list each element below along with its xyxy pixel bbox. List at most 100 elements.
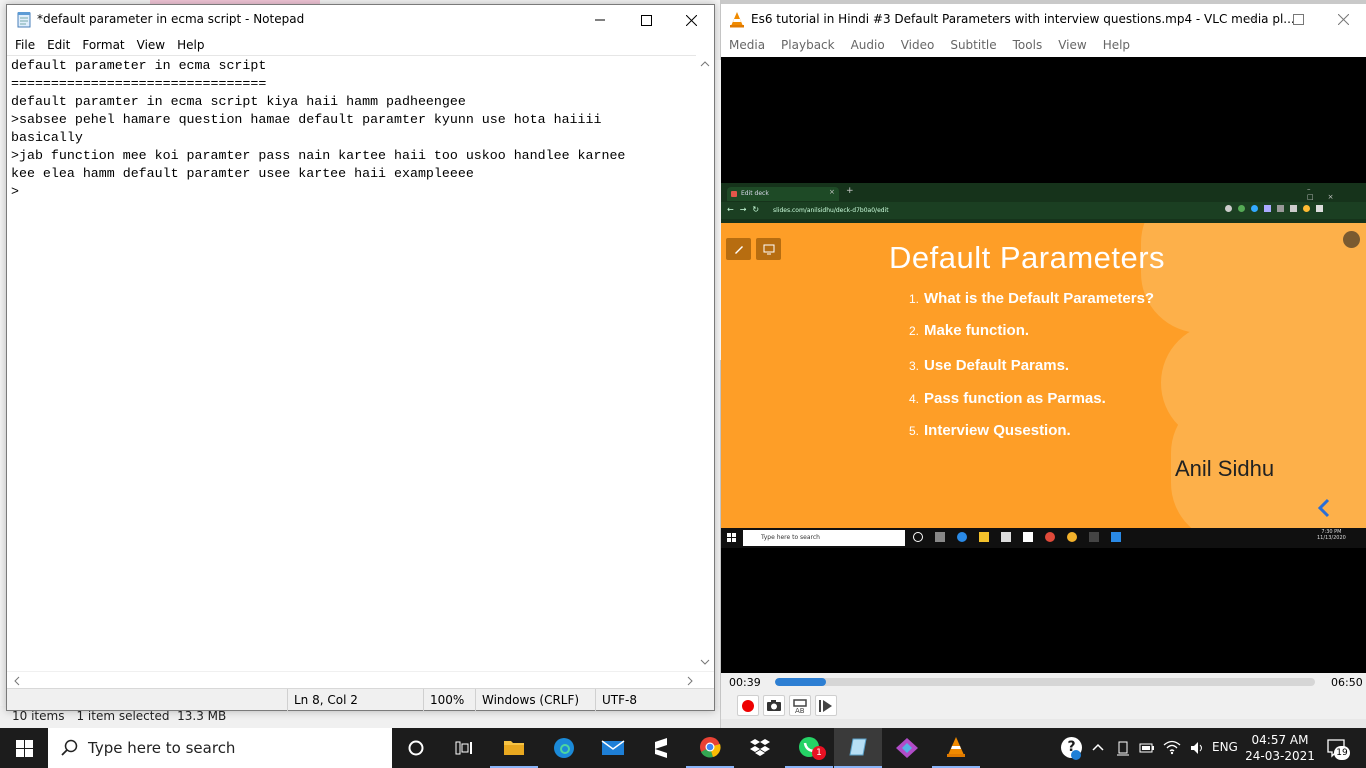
notepad-text-area[interactable]: default parameter in ecma script =======… [7,55,696,671]
slide-title: Default Parameters [889,240,1166,275]
notification-count-badge: 19 [1334,746,1350,760]
slide-item-1: 1. What is the Default Parameters? [909,290,1155,307]
vlc-seek-row: 00:39 06:50 [721,673,1366,693]
menu-edit[interactable]: Edit [41,35,76,54]
notepad-window[interactable]: *default parameter in ecma script - Note… [6,4,715,711]
folder-icon [504,741,524,755]
loop-ab-button[interactable]: AB [789,695,811,716]
slide-prev-arrow-icon [1317,498,1330,518]
menu-help[interactable]: Help [171,35,210,54]
vlc-title: Es6 tutorial in Hindi #3 Default Paramet… [751,12,1295,26]
taskbar-sublime[interactable] [637,728,685,768]
video-url-text: slides.com/anilsidhu/deck-d7b0a0/edit [773,207,889,214]
seek-bar[interactable] [775,678,1315,686]
record-button[interactable] [737,695,759,716]
svg-text:AB: AB [795,707,805,714]
loop-ab-icon: AB [793,698,807,714]
chrome-icon [700,737,721,758]
chevron-up-icon[interactable] [1092,742,1104,752]
zoom-level: 100% [423,689,475,711]
vlc-titlebar[interactable]: Es6 tutorial in Hindi #3 Default Paramet… [721,4,1366,35]
minimize-icon [1247,18,1257,20]
menu-file[interactable]: File [9,35,41,54]
vlc-menu-video[interactable]: Video [893,35,943,57]
menu-format[interactable]: Format [76,35,130,54]
vertical-scrollbar[interactable] [696,55,714,671]
notepad-title: *default parameter in ecma script - Note… [37,12,305,26]
scroll-up-icon[interactable] [696,58,714,70]
video-new-tab-icon: + [846,186,854,196]
scroll-right-icon[interactable] [684,672,696,689]
taskbar-mail[interactable] [589,728,637,768]
pencil-icon [734,246,743,254]
close-button[interactable] [668,5,714,35]
taskbar-chrome[interactable] [686,728,734,768]
taskbar-git[interactable] [883,728,931,768]
video-taskbar-clock: 7:30 PM 11/13/2020 [1317,529,1346,541]
clock[interactable]: 04:57 AM 24-03-2021 [1245,732,1315,764]
start-button[interactable] [0,728,48,768]
taskbar-notepad[interactable] [834,728,882,768]
line-ending: Windows (CRLF) [475,689,595,711]
vlc-minimize-button[interactable] [1229,4,1275,34]
volume-icon[interactable] [1189,740,1205,756]
taskbar-search-box[interactable]: Type here to search [48,728,392,768]
clock-time: 04:57 AM [1251,733,1309,747]
explorer-items-count: 10 items [12,709,65,723]
slide-item-3: 3. Use Default Params. [909,357,1070,374]
system-tray: ? ENG 04:57 AM 24-03-2021 19 [1056,728,1366,768]
video-browser-tab: Edit deck [727,187,839,201]
notepad-icon [849,738,867,756]
taskbar-file-explorer[interactable] [490,728,538,768]
cortana-circle-icon [408,740,424,756]
vlc-window[interactable]: Es6 tutorial in Hindi #3 Default Paramet… [721,4,1366,728]
cursor-position: Ln 8, Col 2 [287,689,423,711]
task-view-button[interactable] [440,728,488,768]
mail-icon [601,740,625,755]
wifi-icon[interactable] [1163,739,1181,755]
maximize-button[interactable] [623,5,669,35]
seek-bar-fill [775,678,827,686]
vlc-menu-view[interactable]: View [1050,35,1094,57]
whatsapp-badge: 1 [812,746,826,760]
slide-item-5: 5. Interview Qusestion. [909,422,1071,439]
snapshot-button[interactable] [763,695,785,716]
frame-step-button[interactable] [815,695,837,716]
scroll-down-icon[interactable] [696,656,714,668]
vlc-cone-icon [729,11,745,28]
close-icon [1337,13,1349,25]
video-nav-icons: ←→↻ [727,205,766,214]
video-window-controls: –□× [1307,185,1348,201]
vlc-close-button[interactable] [1320,4,1366,34]
menu-view[interactable]: View [131,35,171,54]
taskbar-edge[interactable] [540,728,588,768]
vlc-video-area[interactable]: Edit deck × + ←→↻ slides.com/anilsidhu/d… [721,57,1366,673]
vlc-menu-tools[interactable]: Tools [1005,35,1051,57]
taskbar-dropbox[interactable] [736,728,784,768]
vlc-menubar: Media Playback Audio Video Subtitle Tool… [721,35,1366,57]
cortana-button[interactable] [392,728,440,768]
vlc-menu-help[interactable]: Help [1095,35,1138,57]
minimize-button[interactable] [577,5,623,35]
horizontal-scrollbar[interactable] [7,671,714,688]
vlc-maximize-button[interactable] [1275,4,1321,34]
vlc-menu-subtitle[interactable]: Subtitle [942,35,1004,57]
slide-item-4: 4. Pass function as Parmas. [909,390,1106,407]
notepad-titlebar[interactable]: *default parameter in ecma script - Note… [7,5,714,35]
device-icon[interactable] [1116,740,1130,756]
vlc-menu-playback[interactable]: Playback [773,35,843,57]
vlc-menu-audio[interactable]: Audio [843,35,893,57]
vlc-controls: AB [721,693,1366,728]
taskbar-vlc[interactable] [932,728,980,768]
input-language[interactable]: ENG [1212,740,1238,754]
vlc-icon [947,737,965,757]
frame-step-icon [819,699,832,712]
taskbar-whatsapp[interactable]: 1 [785,728,833,768]
battery-icon[interactable] [1139,741,1155,755]
notepad-status-bar: Ln 8, Col 2 100% Windows (CRLF) UTF-8 [7,688,714,711]
monitor-icon [763,244,774,255]
video-taskbar-search: Type here to search [743,530,905,546]
scroll-left-icon[interactable] [11,672,23,689]
vlc-menu-media[interactable]: Media [721,35,773,57]
git-icon [896,738,918,758]
